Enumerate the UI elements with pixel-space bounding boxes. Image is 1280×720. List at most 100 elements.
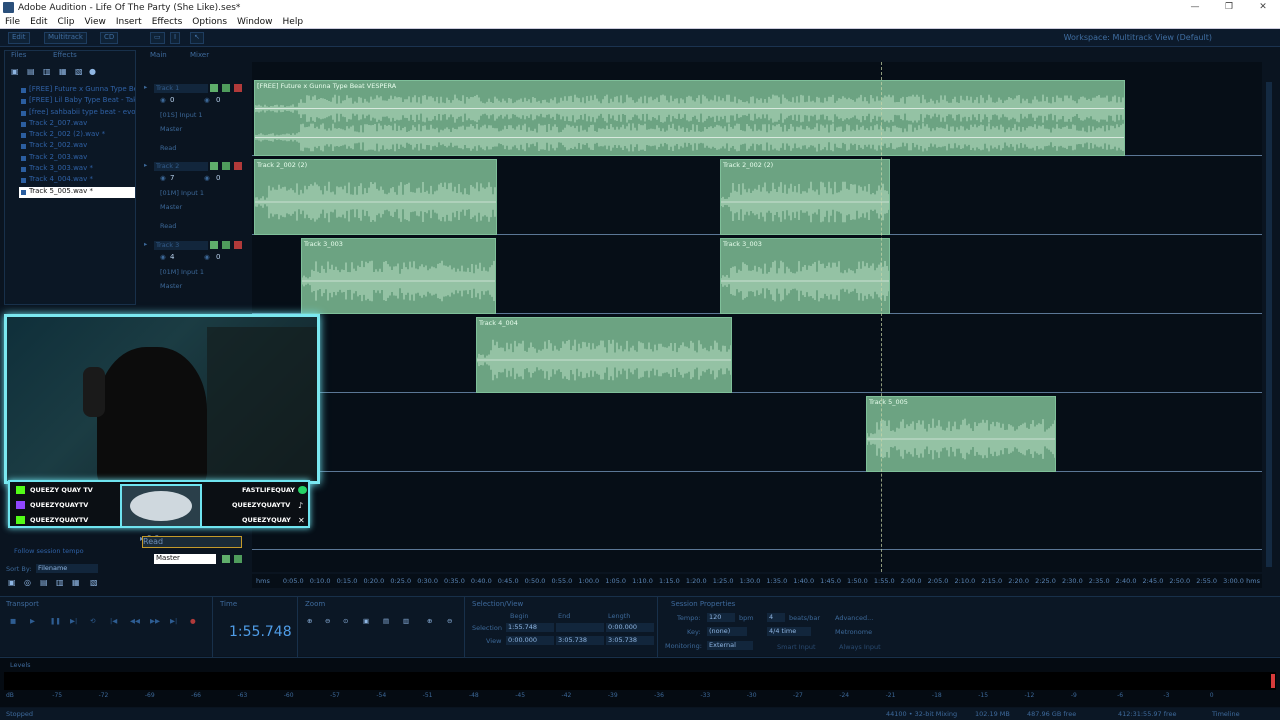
menu-help[interactable]: Help <box>278 17 309 27</box>
mute-button[interactable] <box>222 555 230 563</box>
pan-knob-icon[interactable]: ◉ <box>204 253 210 261</box>
track-1-volume[interactable]: 0 <box>170 96 174 104</box>
audio-clip[interactable]: Track 4_004 <box>476 317 732 393</box>
zoom-vertical-in-icon[interactable]: ⊕ <box>427 617 432 625</box>
insert-file-icon[interactable]: ▧ <box>75 67 83 76</box>
tempo-field[interactable]: 120 <box>707 613 735 622</box>
loop-icon[interactable]: ◎ <box>24 578 31 587</box>
record-button[interactable]: ● <box>190 617 196 625</box>
stop-button[interactable]: ■ <box>10 617 16 625</box>
expand-icon[interactable]: ▸ <box>144 161 147 169</box>
expand-icon[interactable]: ▸ <box>144 83 147 91</box>
audio-clip[interactable]: Track 3_003 <box>720 238 890 314</box>
cd-view-button[interactable]: CD <box>100 32 119 44</box>
beats-field[interactable]: 4 <box>767 613 785 622</box>
solo-button[interactable] <box>234 555 242 563</box>
go-to-start-button[interactable]: |◀ <box>110 617 117 625</box>
track-2-pan[interactable]: 0 <box>216 174 220 182</box>
zoom-vertical-out-icon[interactable]: ⊖ <box>447 617 452 625</box>
zoom-left-icon[interactable]: ▤ <box>383 617 389 625</box>
record-arm-button[interactable] <box>234 241 242 249</box>
volume-knob-icon[interactable]: ◉ <box>160 96 166 104</box>
record-arm-button[interactable] <box>234 84 242 92</box>
expand-icon[interactable]: ▸ <box>144 240 147 248</box>
track-2-name[interactable]: Track 2 <box>154 162 208 171</box>
list-item[interactable]: Track 2_007.wav <box>19 119 135 130</box>
record-arm-button[interactable] <box>234 162 242 170</box>
mute-button[interactable] <box>210 241 218 249</box>
play-from-cursor-button[interactable]: ▶| <box>70 617 77 625</box>
solo-button[interactable] <box>222 84 230 92</box>
track-lane-4[interactable] <box>252 314 1262 393</box>
workspace-dropdown[interactable]: Multitrack View (Default) <box>1113 33 1212 42</box>
pan-knob-icon[interactable]: ◉ <box>204 174 210 182</box>
multitrack-view-button[interactable]: Multitrack <box>44 32 87 44</box>
properties-icon[interactable]: ▧ <box>90 578 98 587</box>
tool-hybrid-button[interactable]: ▭ <box>150 32 165 44</box>
view-begin-field[interactable]: 0:00.000 <box>506 636 554 645</box>
follow-tempo-checkbox[interactable]: Follow session tempo <box>14 547 84 555</box>
advanced-button[interactable]: Advanced... <box>835 614 873 622</box>
play-button[interactable]: ▶ <box>30 617 35 625</box>
list-item[interactable]: [FREE] Lil Baby Type Beat - Tak <box>19 96 135 107</box>
tab-mixer[interactable]: Mixer <box>190 51 209 61</box>
list-item[interactable]: Track 2_002.wav <box>19 141 135 152</box>
track-3-volume[interactable]: 4 <box>170 253 174 261</box>
auto-play-icon[interactable]: ▣ <box>8 578 16 587</box>
track-3-name[interactable]: Track 3 <box>154 241 208 250</box>
key-dropdown[interactable]: (none) <box>707 627 747 636</box>
new-folder-icon[interactable]: ▦ <box>72 578 80 587</box>
open-icon[interactable]: ▤ <box>27 67 35 76</box>
tab-effects[interactable]: Effects <box>53 51 77 61</box>
close-file-icon[interactable]: ▥ <box>43 67 51 76</box>
solo-button[interactable] <box>222 241 230 249</box>
track-1-automation[interactable]: Read <box>160 144 176 152</box>
monitoring-dropdown[interactable]: External <box>707 641 753 650</box>
filter-icon[interactable]: ▤ <box>40 578 48 587</box>
volume-knob-icon[interactable]: ◉ <box>160 253 166 261</box>
edit-view-button[interactable]: Edit <box>8 32 30 44</box>
volume-knob-icon[interactable]: ◉ <box>160 174 166 182</box>
pan-knob-icon[interactable]: ◉ <box>204 96 210 104</box>
menu-effects[interactable]: Effects <box>147 17 188 27</box>
list-item[interactable]: [free] sahbabii type beat - evolvin <box>19 108 135 119</box>
audio-clip[interactable]: [FREE] Future x Gunna Type Beat VESPERA <box>254 80 1125 156</box>
always-input-option[interactable]: Always Input <box>839 643 881 651</box>
menu-insert[interactable]: Insert <box>111 17 147 27</box>
zoom-out-icon[interactable]: ⊖ <box>325 617 330 625</box>
time-signature-dropdown[interactable]: 4/4 time <box>767 627 811 636</box>
playhead-cursor[interactable] <box>881 62 882 582</box>
minimize-button[interactable]: — <box>1178 0 1212 15</box>
zoom-in-icon[interactable]: ⊕ <box>307 617 312 625</box>
import-icon[interactable]: ▣ <box>11 67 19 76</box>
audio-clip[interactable]: Track 5_005 <box>866 396 1056 472</box>
track-2-volume[interactable]: 7 <box>170 174 174 182</box>
list-item[interactable]: Track 4_004.wav * <box>19 175 135 186</box>
track-3-output[interactable]: Master <box>160 282 182 290</box>
audio-clip[interactable]: Track 3_003 <box>301 238 496 314</box>
view-end-field[interactable]: 3:05.738 <box>556 636 604 645</box>
track-2-output[interactable]: Master <box>160 203 182 211</box>
tab-files[interactable]: Files <box>11 51 26 61</box>
menu-view[interactable]: View <box>80 17 111 27</box>
zoom-right-icon[interactable]: ▥ <box>403 617 409 625</box>
menu-window[interactable]: Window <box>232 17 278 27</box>
edit-file-icon[interactable]: ▦ <box>59 67 67 76</box>
list-item[interactable]: Track 3_003.wav * <box>19 164 135 175</box>
menu-edit[interactable]: Edit <box>25 17 52 27</box>
track-lane-5[interactable] <box>252 393 1262 472</box>
time-ruler[interactable]: hms 0:05.0 0:10.0 0:15.0 0:20.0 0:25.0 0:30.0 0… <box>252 574 1262 588</box>
track-3-input[interactable]: [01M] Input 1 <box>160 268 204 276</box>
audio-clip[interactable]: Track 2_002 (2) <box>720 159 890 235</box>
list-item[interactable]: Track 2_003.wav <box>19 153 135 164</box>
mute-button[interactable] <box>210 84 218 92</box>
selection-end-field[interactable] <box>556 623 604 632</box>
smart-input-option[interactable]: Smart Input <box>777 643 816 651</box>
zoom-selection-icon[interactable]: ▣ <box>363 617 369 625</box>
menu-clip[interactable]: Clip <box>53 17 80 27</box>
close-button[interactable]: ✕ <box>1246 0 1280 15</box>
rewind-button[interactable]: ◀◀ <box>130 617 140 625</box>
track-1-name[interactable]: Track 1 <box>154 84 208 93</box>
track-1-input[interactable]: [01S] Input 1 <box>160 111 203 119</box>
track-2-automation[interactable]: Read <box>160 222 176 230</box>
